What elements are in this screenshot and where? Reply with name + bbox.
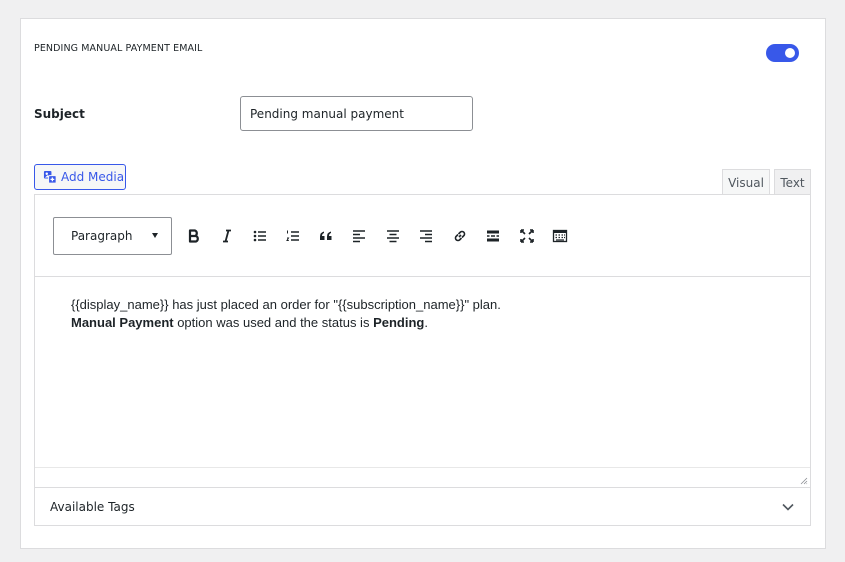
align-left-icon — [353, 230, 365, 243]
caret-down-icon — [152, 233, 158, 238]
format-select[interactable]: Paragraph — [53, 217, 172, 255]
read-more-icon — [487, 230, 499, 242]
toggle-knob — [785, 48, 795, 58]
pending-status-text: Pending — [373, 315, 425, 330]
resize-grip-icon[interactable] — [800, 477, 808, 485]
align-left-button[interactable] — [348, 225, 370, 247]
add-media-icon — [43, 170, 57, 184]
numbered-list-button[interactable] — [282, 225, 304, 247]
align-center-icon — [387, 230, 399, 243]
subject-input[interactable] — [240, 96, 473, 131]
email-settings-card: PENDING MANUAL PAYMENT EMAIL Subject Add… — [20, 18, 826, 549]
chevron-down-icon — [782, 503, 794, 511]
bullet-list-button[interactable] — [249, 225, 271, 247]
fullscreen-icon — [520, 229, 534, 243]
editor-status-bar — [35, 467, 810, 487]
available-tags-accordion[interactable]: Available Tags — [34, 487, 811, 526]
bullet-list-icon — [253, 230, 266, 242]
read-more-button[interactable] — [482, 225, 504, 247]
subject-label: Subject — [34, 107, 85, 121]
align-right-icon — [420, 230, 432, 243]
add-media-button[interactable]: Add Media — [34, 164, 126, 190]
numbered-list-icon — [286, 230, 299, 241]
insert-link-button[interactable] — [449, 225, 471, 247]
content-line-2-middle: option was used and the status is — [173, 315, 374, 330]
available-tags-label: Available Tags — [50, 499, 135, 514]
tab-visual[interactable]: Visual — [722, 169, 770, 195]
editor-content[interactable]: {{display_name}} has just placed an orde… — [71, 296, 790, 332]
align-center-button[interactable] — [382, 225, 404, 247]
content-line-1: {{display_name}} has just placed an orde… — [71, 297, 501, 312]
align-right-button[interactable] — [415, 225, 437, 247]
italic-button[interactable] — [216, 225, 238, 247]
tab-text[interactable]: Text — [774, 169, 811, 195]
blockquote-icon — [320, 231, 332, 240]
link-icon — [454, 230, 466, 242]
section-title: PENDING MANUAL PAYMENT EMAIL — [34, 43, 203, 54]
bold-button[interactable] — [183, 225, 205, 247]
content-line-2-end: . — [424, 315, 428, 330]
blockquote-button[interactable] — [315, 225, 337, 247]
content-line-2: Manual Payment option was used and the s… — [71, 314, 790, 332]
toolbar-toggle-button[interactable] — [549, 225, 571, 247]
manual-payment-text: Manual Payment — [71, 315, 174, 330]
fullscreen-button[interactable] — [516, 225, 538, 247]
add-media-label: Add Media — [61, 170, 125, 184]
bold-icon — [188, 229, 199, 243]
toolbar-toggle-icon — [552, 229, 568, 243]
editor-toolbar: Paragraph — [35, 195, 810, 277]
enable-email-toggle[interactable] — [766, 44, 799, 62]
italic-icon — [223, 229, 231, 243]
rich-text-editor: Paragraph {{display_name}} has just plac… — [34, 194, 811, 488]
format-select-value: Paragraph — [71, 229, 133, 243]
